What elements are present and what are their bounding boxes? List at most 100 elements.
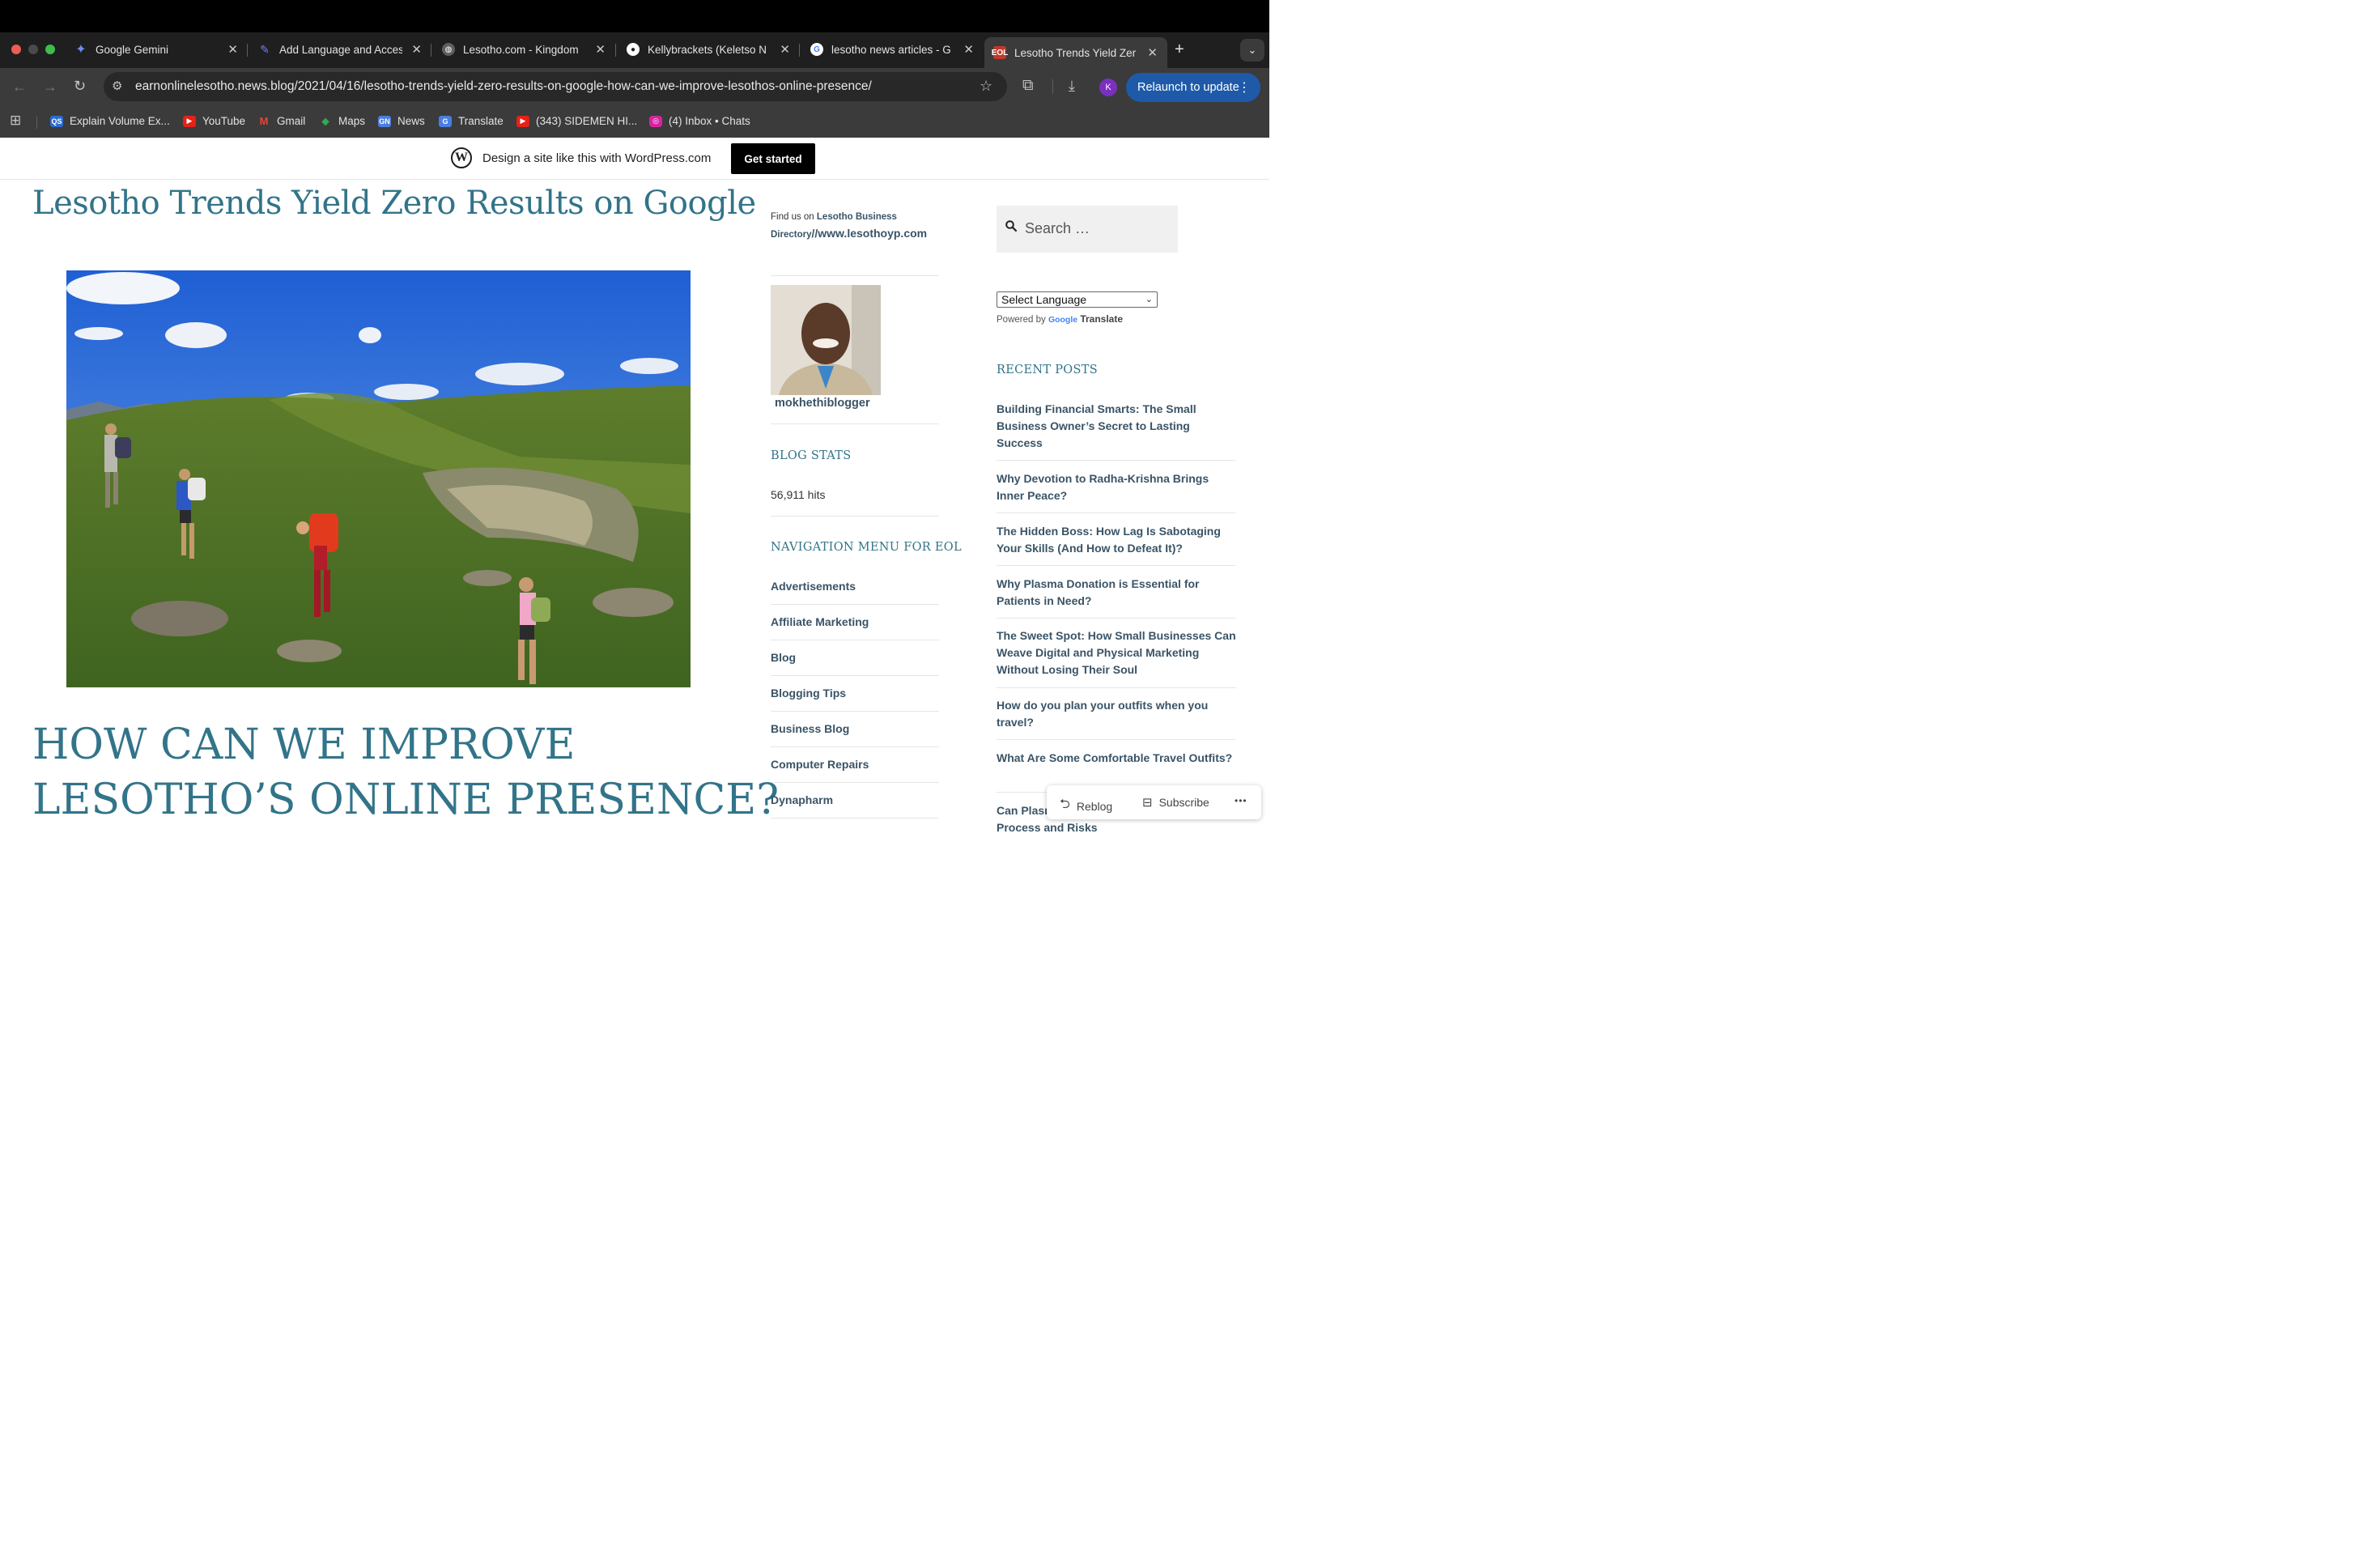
nav-link-advertisements[interactable]: Advertisements: [771, 580, 856, 593]
bookmark-label: Translate: [458, 115, 504, 127]
recent-post-link[interactable]: Why Plasma Donation is Essential for Pat…: [997, 576, 1236, 610]
bookmark-youtube[interactable]: ▶ YouTube: [183, 115, 245, 127]
bookmark-star-icon[interactable]: ☆: [980, 78, 992, 95]
blog-stats-title: BLOG STATS: [771, 449, 852, 462]
recent-post-link[interactable]: How do you plan your outfits when you tr…: [997, 697, 1236, 731]
divider: [771, 818, 939, 819]
get-started-button[interactable]: Get started: [731, 143, 815, 174]
tab-add-language[interactable]: ✎ Add Language and Acces ✕: [258, 37, 422, 62]
recent-post-link[interactable]: Why Devotion to Radha-Krishna Brings Inn…: [997, 470, 1236, 504]
bookmark-label: (4) Inbox • Chats: [669, 115, 750, 127]
nav-link-affiliate-marketing[interactable]: Affiliate Marketing: [771, 615, 869, 628]
relaunch-button[interactable]: Relaunch to update ⋮: [1126, 73, 1260, 102]
close-icon[interactable]: ✕: [1147, 45, 1158, 60]
bookmark-label: News: [397, 115, 425, 127]
recent-post-link[interactable]: Building Financial Smarts: The Small Bus…: [997, 401, 1236, 452]
bookmark-label: (343) SIDEMEN HI...: [536, 115, 638, 127]
search-input[interactable]: Search …: [997, 206, 1178, 253]
tab-divider: [615, 44, 616, 57]
screen-top-bar: [0, 0, 1269, 32]
more-options-button[interactable]: •••: [1235, 795, 1247, 806]
profile-avatar[interactable]: K: [1099, 79, 1117, 96]
bookmarks-divider: [36, 116, 37, 129]
bookmark-news[interactable]: GN News: [378, 115, 425, 127]
bookmark-translate[interactable]: G Translate: [439, 115, 504, 127]
tab-github[interactable]: ● Kellybrackets (Keletso N ✕: [627, 37, 790, 62]
divider: [771, 604, 939, 605]
findus-prefix: Find us on: [771, 212, 817, 222]
back-arrow-icon[interactable]: ←: [12, 79, 27, 96]
tab-lesotho-com[interactable]: ◍ Lesotho.com - Kingdom ✕: [442, 37, 606, 62]
nav-link-blog[interactable]: Blog: [771, 651, 796, 664]
bookmark-gmail[interactable]: M Gmail: [257, 115, 306, 127]
recent-post-link[interactable]: The Hidden Boss: How Lag Is Sabotaging Y…: [997, 523, 1236, 557]
close-icon[interactable]: ✕: [963, 42, 974, 57]
hero-image-hikers: [66, 270, 691, 687]
language-select[interactable]: Select Language ⌄: [997, 291, 1158, 308]
bookmark-maps[interactable]: ⬥ Maps: [319, 114, 366, 128]
wordpress-logo-icon: W: [451, 147, 472, 168]
reblog-button[interactable]: ⮌ Reblog: [1060, 795, 1112, 817]
nav-link-blogging-tips[interactable]: Blogging Tips: [771, 687, 846, 700]
tab-divider: [799, 44, 800, 57]
bookmark-instagram[interactable]: ◎ (4) Inbox • Chats: [649, 115, 750, 127]
maps-icon: ⬥: [321, 114, 329, 127]
translate-link[interactable]: Translate: [1080, 313, 1123, 325]
extensions-icon[interactable]: ⧉: [1022, 77, 1034, 95]
gemini-icon: ✦: [75, 43, 87, 57]
divider: [997, 565, 1236, 566]
bookmark-label: Gmail: [277, 115, 306, 127]
minimize-window-button[interactable]: [28, 45, 38, 54]
close-icon[interactable]: ✕: [411, 42, 422, 57]
recent-post-link[interactable]: The Sweet Spot: How Small Businesses Can…: [997, 627, 1236, 678]
author-username[interactable]: mokhethiblogger: [775, 397, 870, 410]
instagram-icon: ◎: [649, 115, 662, 127]
nav-link-business-blog[interactable]: Business Blog: [771, 722, 849, 735]
toolbar-divider: [1052, 79, 1053, 94]
reload-icon[interactable]: ↻: [74, 78, 86, 95]
apps-grid-icon[interactable]: ⊞: [10, 113, 21, 129]
tab-lesotho-trends[interactable]: EOL Lesotho Trends Yield Zer ✕: [984, 37, 1167, 68]
close-icon[interactable]: ✕: [227, 42, 238, 57]
qs-icon: QS: [50, 115, 63, 127]
github-icon: ●: [627, 43, 640, 56]
recent-posts-title: RECENT POSTS: [997, 364, 1098, 376]
close-window-button[interactable]: [11, 45, 21, 54]
bookmark-label: Maps: [338, 115, 366, 127]
new-tab-icon[interactable]: +: [1175, 40, 1184, 59]
divider: [771, 275, 939, 276]
maximize-window-button[interactable]: [45, 45, 55, 54]
forward-arrow-icon[interactable]: →: [43, 79, 57, 96]
divider: [771, 423, 939, 424]
globe-icon: ◍: [442, 43, 455, 56]
nav-link-computer-repairs[interactable]: Computer Repairs: [771, 758, 869, 771]
relaunch-label: Relaunch to update: [1137, 81, 1239, 94]
tab-google-gemini[interactable]: ✦ Google Gemini ✕: [74, 37, 238, 62]
tab-divider: [247, 44, 248, 57]
author-avatar[interactable]: [771, 285, 881, 395]
nav-link-dynapharm[interactable]: Dynapharm: [771, 793, 833, 806]
tab-search-button[interactable]: ⌄: [1240, 39, 1264, 62]
reblog-label: Reblog: [1076, 799, 1113, 813]
close-icon[interactable]: ✕: [595, 42, 606, 57]
find-us-widget: Find us on Lesotho Business Directory//w…: [771, 209, 941, 243]
divider: [997, 618, 1236, 619]
post-headline-line2: LESOTHO’S ONLINE PRESENCE?: [32, 776, 780, 824]
recent-post-link[interactable]: What Are Some Comfortable Travel Outfits…: [997, 750, 1236, 767]
close-icon[interactable]: ✕: [780, 42, 790, 57]
tab-title: lesotho news articles - G: [831, 43, 951, 56]
divider: [771, 675, 939, 676]
subscribe-button[interactable]: ⊟ Subscribe: [1142, 795, 1209, 810]
news-icon: GN: [378, 115, 391, 127]
post-headline-line1: HOW CAN WE IMPROVE: [32, 721, 576, 769]
powered-by-label: Powered by: [997, 315, 1046, 325]
findus-url-link[interactable]: //www.lesothoyp.com: [812, 227, 928, 240]
download-icon[interactable]: ⤓: [1069, 78, 1075, 95]
divider: [997, 687, 1236, 688]
site-settings-icon[interactable]: ⚙: [112, 79, 122, 93]
url-text[interactable]: earnonlinelesotho.news.blog/2021/04/16/l…: [135, 79, 872, 94]
tab-google-search[interactable]: G lesotho news articles - G ✕: [810, 37, 974, 62]
bookmark-explain-volume[interactable]: QS Explain Volume Ex...: [50, 115, 170, 127]
bookmark-sidemen[interactable]: ▶ (343) SIDEMEN HI...: [516, 115, 637, 127]
youtube-icon: ▶: [516, 115, 529, 127]
